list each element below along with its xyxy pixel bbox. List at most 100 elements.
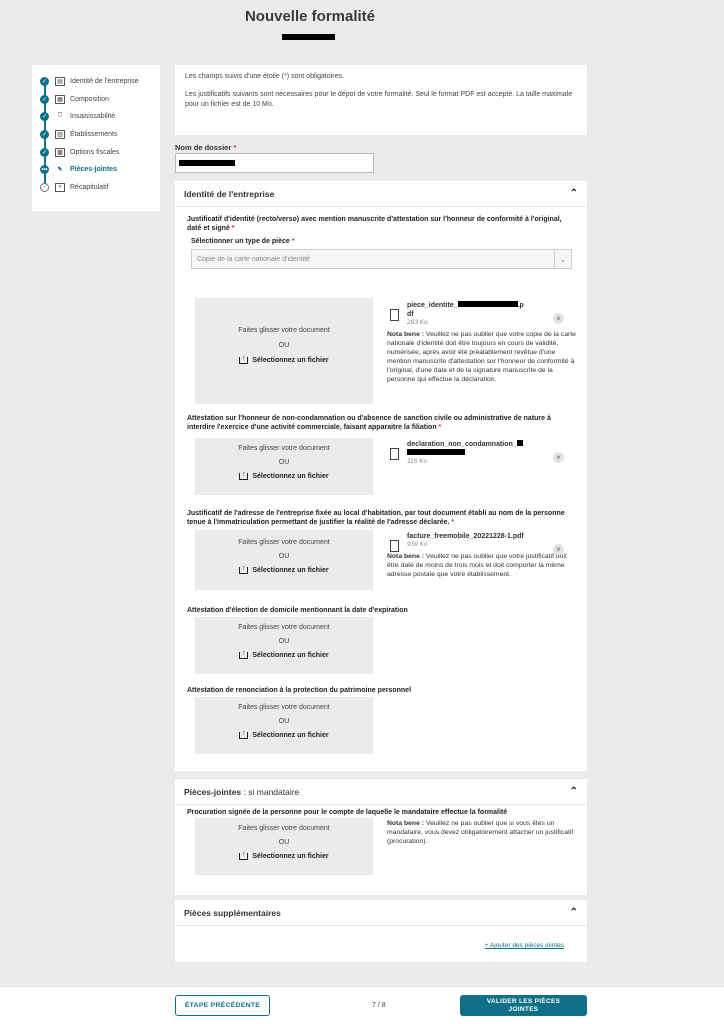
- step-insaisissabilite[interactable]: ✓ ⛉ Insaisissabilité: [40, 108, 152, 126]
- upload-icon: ↑: [239, 730, 249, 739]
- section-header-mandataire[interactable]: Pièces-jointes : si mandataire ⌃: [175, 779, 587, 805]
- field-label-renonciation: Attestation de renonciation à la protect…: [187, 687, 412, 694]
- section-supplementaires: Pièces supplémentaires ⌃ + Ajouter des p…: [175, 900, 587, 962]
- step-identite[interactable]: ✓ ▤ Identité de l'entreprise: [40, 73, 152, 91]
- upload-icon: ↑: [239, 471, 249, 480]
- field-label-adresse: Justificatif de l'adresse de l'entrepris…: [187, 510, 565, 526]
- footer-bar: ÉTAPE PRÉCÉDENTE 7 / 8 VALIDER LES PIÈCE…: [0, 987, 724, 1024]
- calculator-icon: ▩: [55, 147, 65, 157]
- step-label: Récapitulatif: [70, 183, 109, 191]
- info-panel: Les champs suivis d'une étoile (*) sont …: [175, 65, 587, 135]
- shield-icon: ⛉: [57, 113, 63, 120]
- nota-bene: Nota bene : Veuillez ne pas oublier que …: [387, 820, 574, 845]
- upload-icon: ↑: [239, 851, 249, 860]
- chevron-up-icon[interactable]: ⌃: [570, 786, 578, 797]
- close-icon[interactable]: ×: [553, 544, 564, 555]
- or-text: OU: [278, 342, 290, 349]
- section-header-identite[interactable]: Identité de l'entreprise ⌃: [175, 181, 587, 207]
- section-title: Pièces-jointes : si mandataire: [184, 786, 300, 797]
- piece-type-select[interactable]: Copie de la carte nationale d'identité ⌄: [191, 249, 572, 269]
- or-text: OU: [278, 839, 290, 846]
- nota-bene: Nota bene : Veuillez ne pas oublier que …: [387, 331, 576, 383]
- or-text: OU: [278, 638, 290, 645]
- required-notice: Les champs suivis d'une étoile (*) sont …: [185, 73, 344, 80]
- dropzone-identite[interactable]: Faites glisser votre document OU ↑ Sélect…: [195, 298, 373, 404]
- format-notice: Les justificatifs suivants sont nécessai…: [185, 91, 573, 108]
- dossier-label: Nom de dossier *: [175, 143, 237, 152]
- check-icon: ✓: [40, 147, 49, 157]
- step-options-fiscales[interactable]: ✓ ▩ Options fiscales: [40, 143, 152, 161]
- step-counter: 7 / 8: [372, 1002, 386, 1009]
- check-icon: ✓: [40, 77, 49, 87]
- upload-icon: ↑: [239, 355, 249, 364]
- chevron-down-icon: ⌄: [554, 250, 571, 268]
- org-icon: ▦: [55, 94, 65, 104]
- field-label-domicile: Attestation d'élection de domicile menti…: [187, 607, 408, 614]
- close-icon[interactable]: ×: [553, 313, 564, 324]
- nota-bene: Nota bene : Veuillez ne pas oublier que …: [387, 553, 567, 578]
- section-header-supplementaires[interactable]: Pièces supplémentaires ⌃: [175, 900, 587, 926]
- step-label: Composition: [70, 95, 109, 103]
- drag-text: Faites glisser votre document: [238, 445, 330, 452]
- check-icon: ✓: [40, 94, 49, 104]
- file-icon: [390, 309, 399, 321]
- nota-bene-mandataire: Nota bene : Veuillez ne pas oublier que …: [387, 819, 579, 846]
- section-mandataire: Pièces-jointes : si mandataire ⌃ Procura…: [175, 779, 587, 895]
- dropzone-renonciation[interactable]: Faites glisser votre document OU ↑ Sélect…: [195, 697, 373, 754]
- or-text: OU: [278, 553, 290, 560]
- or-text: OU: [278, 459, 290, 466]
- select-file-button[interactable]: ↑ Sélectionnez un fichier: [239, 565, 329, 574]
- step-recapitulatif[interactable]: – ⌕ Récapitulatif: [40, 179, 152, 197]
- previous-step-button[interactable]: ÉTAPE PRÉCÉDENTE: [175, 995, 270, 1016]
- stepper: ✓ ▤ Identité de l'entreprise ✓ ▦ Composi…: [32, 65, 160, 211]
- select-file-button[interactable]: ↑ Sélectionnez un fichier: [239, 471, 329, 480]
- drag-text: Faites glisser votre document: [238, 539, 330, 546]
- section-identite: Identité de l'entreprise ⌃ Justificatif …: [175, 181, 587, 771]
- dropzone-procuration[interactable]: Faites glisser votre document OU ↑ Sélect…: [195, 818, 373, 875]
- step-composition[interactable]: ✓ ▦ Composition: [40, 91, 152, 109]
- upload-icon: ↑: [239, 565, 249, 574]
- dropzone-adresse[interactable]: Faites glisser votre document OU ↑ Sélect…: [195, 530, 373, 590]
- section-title: Pièces supplémentaires: [184, 907, 281, 918]
- uploaded-file-identite: piece_identite_ .p df 283 Ko × Nota bene :…: [387, 301, 579, 384]
- uploaded-file-adresse: facture_freemobile_20221228-1.pdf 939 Ko…: [387, 532, 579, 579]
- redacted-block: [282, 34, 335, 40]
- drag-text: Faites glisser votre document: [238, 327, 330, 334]
- step-pieces-jointes[interactable]: ••• ✎ Pièces-jointes: [40, 161, 152, 179]
- select-file-button[interactable]: ↑ Sélectionnez un fichier: [239, 355, 329, 364]
- close-icon[interactable]: ×: [553, 452, 564, 463]
- drag-text: Faites glisser votre document: [238, 624, 330, 631]
- step-label: Pièces-jointes: [70, 166, 118, 174]
- select-file-button[interactable]: ↑ Sélectionnez un fichier: [239, 730, 329, 739]
- step-etablissements[interactable]: ✓ ▥ Établissements: [40, 126, 152, 144]
- search-document-icon: ⌕: [55, 182, 65, 192]
- file-name: facture_freemobile_20221228-1.pdf: [407, 533, 524, 540]
- select-file-button[interactable]: ↑ Sélectionnez un fichier: [239, 851, 329, 860]
- field-label-non-condamnation: Attestation sur l'honneur de non-condamn…: [187, 415, 551, 431]
- uploaded-file-non-condamnation: declaration_non_condamnation_ 115 Ko ×: [387, 440, 579, 465]
- select-type-label: Sélectionner un type de pièce *: [191, 238, 295, 245]
- select-file-button[interactable]: ↑ Sélectionnez un fichier: [239, 650, 329, 659]
- dropzone-domicile[interactable]: Faites glisser votre document OU ↑ Sélect…: [195, 617, 373, 674]
- page-title: Nouvelle formalité: [244, 8, 376, 25]
- file-icon: [390, 448, 399, 460]
- drag-text: Faites glisser votre document: [238, 825, 330, 832]
- add-attachments-link[interactable]: + Ajouter des pièces jointes: [485, 942, 564, 949]
- dropzone-non-condamnation[interactable]: Faites glisser votre document OU ↑ Sélect…: [195, 438, 373, 495]
- building-icon: ▥: [55, 130, 65, 140]
- paperclip-icon: ✎: [57, 167, 63, 174]
- field-label-identite: Justificatif d'identité (recto/verso) av…: [187, 216, 562, 232]
- chevron-up-icon[interactable]: ⌃: [570, 188, 578, 199]
- or-text: OU: [278, 718, 290, 725]
- step-label: Insaisissabilité: [70, 113, 116, 121]
- validate-attachments-button[interactable]: VALIDER LES PIÈCES JOINTES: [460, 995, 587, 1016]
- drag-text: Faites glisser votre document: [238, 704, 330, 711]
- chevron-up-icon[interactable]: ⌃: [570, 907, 578, 918]
- id-card-icon: ▤: [55, 77, 65, 87]
- dossier-name-input[interactable]: [175, 153, 374, 173]
- step-label: Établissements: [70, 131, 118, 139]
- current-step-icon: •••: [40, 165, 49, 175]
- section-title: Identité de l'entreprise: [184, 188, 275, 199]
- redacted-value: [179, 160, 235, 166]
- check-icon: ✓: [40, 130, 49, 140]
